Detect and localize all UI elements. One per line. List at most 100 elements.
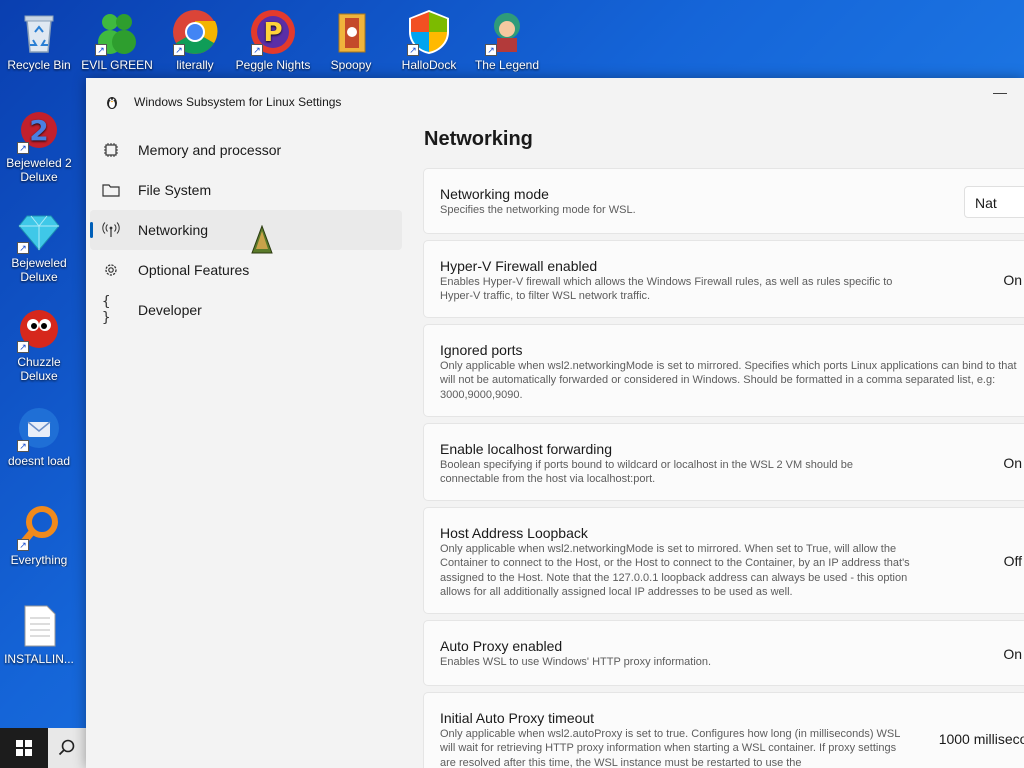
- braces-icon: { }: [102, 294, 111, 326]
- svg-text:2: 2: [29, 114, 48, 147]
- desktop-icon-spoopy[interactable]: Spoopy: [312, 8, 390, 72]
- sidebar-nav: Memory and processor File System Network…: [86, 130, 406, 330]
- gear-icon: [102, 261, 120, 279]
- setting-description: Enables Hyper-V firewall which allows th…: [440, 276, 893, 303]
- thunderbird-icon: ↗: [15, 404, 63, 452]
- taskbar: [0, 728, 86, 768]
- active-indicator: [90, 222, 93, 238]
- desktop-icon-label: Spoopy: [330, 58, 372, 72]
- shortcut-arrow-icon: ↗: [251, 44, 263, 56]
- sidebar-item-label: Developer: [138, 302, 202, 318]
- auto-proxy-timeout-input[interactable]: 1000 milliseconds: [939, 731, 1024, 747]
- setting-title: Hyper-V Firewall enabled: [440, 258, 598, 274]
- desktop-icon-bejeweled[interactable]: ↗ Bejeweled Deluxe: [0, 206, 78, 284]
- setting-host-address-loopback: Host Address Loopback Only applicable wh…: [423, 507, 1024, 614]
- setting-localhost-forwarding: Enable localhost forwarding Boolean spec…: [423, 423, 1024, 501]
- setting-description: Enables WSL to use Windows' HTTP proxy i…: [440, 656, 712, 668]
- svg-text:P: P: [263, 18, 282, 48]
- desktop-icon-everything[interactable]: ↗ Everything: [0, 503, 78, 567]
- windows-logo-icon: [16, 740, 32, 756]
- sidebar-item-developer[interactable]: { } Developer: [90, 290, 402, 330]
- desktop-icon-installing[interactable]: INSTALLIN...: [0, 602, 78, 666]
- desktop-icon-bejeweled2[interactable]: 2 ↗ Bejeweled 2 Deluxe: [0, 106, 78, 184]
- chrome-icon: ↗: [171, 8, 219, 56]
- desktop-icon-thunderbird[interactable]: ↗ doesnt load: [0, 404, 78, 468]
- networking-mode-dropdown[interactable]: Nat: [964, 186, 1024, 218]
- recycle-bin-icon: [15, 8, 63, 56]
- desktop-icon-label: HalloDock: [401, 58, 457, 72]
- desktop-icon-evil-green[interactable]: ↗ EVIL GREEN: [78, 8, 156, 72]
- desktop-icon-label: Bejeweled 2 Deluxe: [6, 156, 72, 184]
- the-legend-icon: ↗: [483, 8, 531, 56]
- host-address-loopback-toggle[interactable]: Off: [1004, 553, 1022, 569]
- setting-ignored-ports: Ignored ports Only applicable when wsl2.…: [423, 324, 1024, 417]
- folder-icon: [102, 181, 120, 199]
- sidebar-item-networking[interactable]: Networking: [90, 210, 402, 250]
- setting-networking-mode: Networking mode Specifies the networking…: [423, 168, 1024, 234]
- shortcut-arrow-icon: ↗: [407, 44, 419, 56]
- settings-list: Networking mode Specifies the networking…: [423, 168, 1024, 768]
- shortcut-arrow-icon: ↗: [17, 341, 29, 353]
- setting-description: Only applicable when wsl2.autoProxy is s…: [440, 728, 900, 768]
- setting-title: Host Address Loopback: [440, 525, 588, 541]
- shortcut-arrow-icon: ↗: [173, 44, 185, 56]
- desktop-icon-peggle-nights[interactable]: P ↗ Peggle Nights: [234, 8, 312, 72]
- shortcut-arrow-icon: ↗: [485, 44, 497, 56]
- everything-icon: ↗: [15, 503, 63, 551]
- sidebar-item-label: Optional Features: [138, 262, 250, 278]
- setting-description: Only applicable when wsl2.networkingMode…: [440, 360, 1017, 401]
- title-bar[interactable]: Windows Subsystem for Linux Settings —: [86, 78, 1024, 126]
- shortcut-arrow-icon: ↗: [17, 440, 29, 452]
- desktop-icon-recycle-bin[interactable]: Recycle Bin: [0, 8, 78, 72]
- shortcut-arrow-icon: ↗: [17, 539, 29, 551]
- desktop-icon-chuzzle[interactable]: ↗ Chuzzle Deluxe: [0, 305, 78, 383]
- desktop-icon-label: Chuzzle Deluxe: [17, 355, 61, 383]
- setting-description: Specifies the networking mode for WSL.: [440, 204, 636, 216]
- sidebar-item-label: File System: [138, 182, 212, 198]
- sidebar-item-optional-features[interactable]: Optional Features: [90, 250, 402, 290]
- sidebar-item-label: Memory and processor: [138, 142, 282, 158]
- desktop-icon-chrome[interactable]: ↗ literally: [156, 8, 234, 72]
- desktop-icon-label: doesnt load: [7, 454, 71, 468]
- setting-title: Initial Auto Proxy timeout: [440, 710, 595, 726]
- desktop-icon-label: The Legend: [474, 58, 540, 72]
- desktop-icon-label: INSTALLIN...: [4, 652, 74, 666]
- setting-hyper-v-firewall: Hyper-V Firewall enabled Enables Hyper-V…: [423, 240, 1024, 318]
- setting-description: Boolean specifying if ports bound to wil…: [440, 459, 853, 486]
- start-button[interactable]: [0, 728, 48, 768]
- sidebar-item-memory-and-processor[interactable]: Memory and processor: [90, 130, 402, 170]
- desktop-icon-label: EVIL GREEN: [81, 58, 153, 72]
- evil-green-icon: ↗: [93, 8, 141, 56]
- desktop-icon-label: literally: [176, 58, 214, 72]
- wsl-settings-window: Windows Subsystem for Linux Settings — M…: [86, 78, 1024, 768]
- penguin-icon: [107, 97, 117, 109]
- setting-title: Auto Proxy enabled: [440, 638, 563, 654]
- setting-title: Enable localhost forwarding: [440, 441, 612, 457]
- sidebar-item-file-system[interactable]: File System: [90, 170, 402, 210]
- chuzzle-icon: ↗: [15, 305, 63, 353]
- desktop-icon-hallodock[interactable]: ↗ HalloDock: [390, 8, 468, 72]
- hyper-v-firewall-toggle[interactable]: On: [1003, 272, 1022, 288]
- installing-file-icon: [15, 602, 63, 650]
- shortcut-arrow-icon: ↗: [17, 142, 29, 154]
- shortcut-arrow-icon: ↗: [95, 44, 107, 56]
- desktop-icon-label: Recycle Bin: [7, 58, 71, 72]
- setting-title: Ignored ports: [440, 342, 523, 358]
- desktop-icon-the-legend[interactable]: ↗ The Legend: [468, 8, 546, 72]
- spoopy-icon: [327, 8, 375, 56]
- chip-icon: [102, 141, 120, 159]
- hallodock-icon: ↗: [405, 8, 453, 56]
- peggle-nights-icon: P ↗: [249, 8, 297, 56]
- cursor-icon: [251, 225, 273, 254]
- localhost-forwarding-toggle[interactable]: On: [1003, 455, 1022, 471]
- desktop-icon-label: Everything: [10, 553, 68, 567]
- window-title: Windows Subsystem for Linux Settings: [134, 95, 342, 109]
- bejeweled2-icon: 2 ↗: [15, 106, 63, 154]
- bejeweled-icon: ↗: [15, 206, 63, 254]
- search-icon: [58, 739, 75, 756]
- taskbar-search-button[interactable]: [48, 728, 86, 768]
- setting-initial-auto-proxy-timeout: Initial Auto Proxy timeout Only applicab…: [423, 692, 1024, 768]
- auto-proxy-toggle[interactable]: On: [1003, 646, 1022, 662]
- desktop-icon-label: Peggle Nights: [235, 58, 311, 72]
- minimize-button[interactable]: —: [990, 84, 1010, 104]
